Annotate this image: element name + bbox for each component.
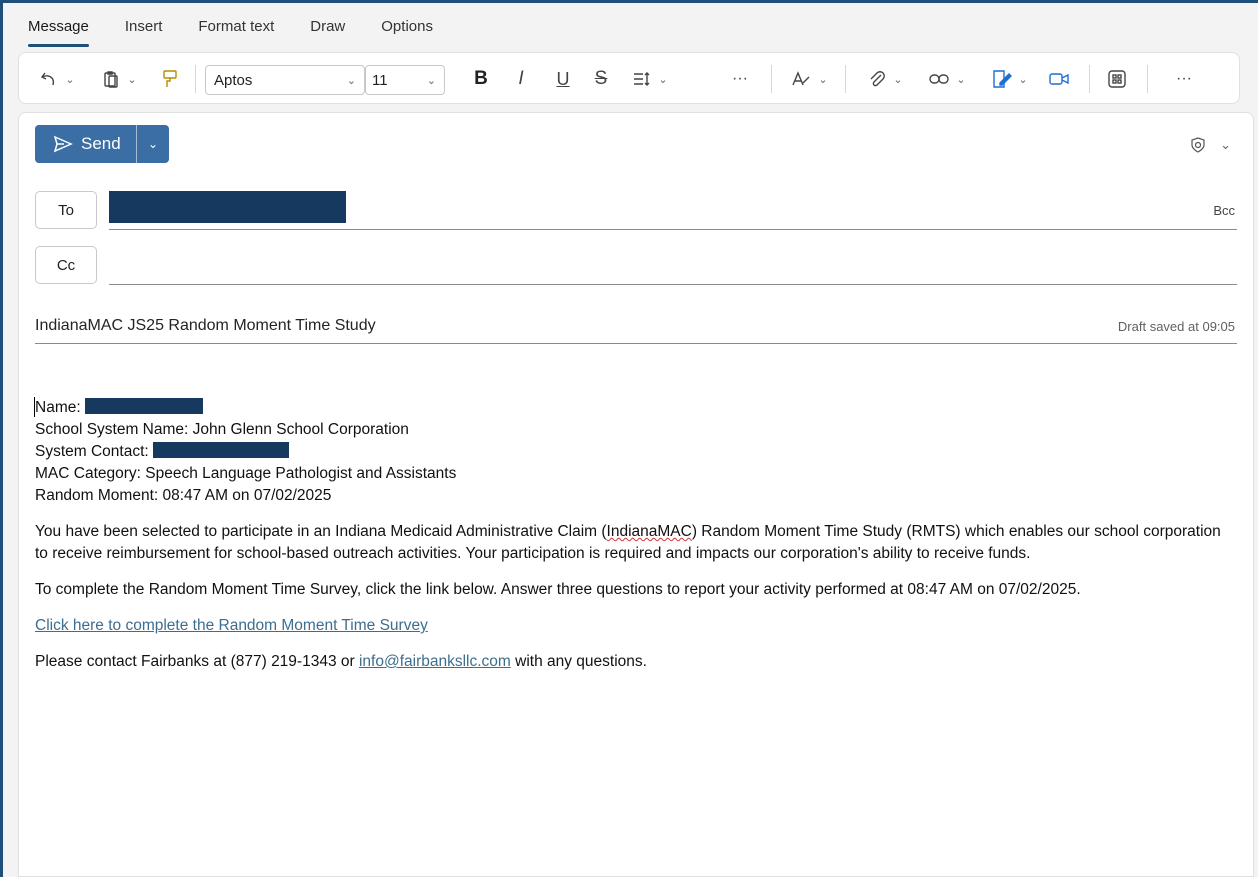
spellcheck-flagged-word[interactable]: IndianaMAC [607, 523, 692, 540]
school-system-line: School System Name: John Glenn School Co… [35, 421, 409, 438]
format-painter-icon [163, 70, 177, 87]
tab-draw[interactable]: Draw [310, 8, 345, 35]
chevron-down-icon: ⌄ [127, 73, 137, 86]
send-label: Send [81, 134, 121, 153]
paste-icon [104, 71, 119, 88]
italic-button[interactable]: I [505, 53, 537, 105]
chevron-down-icon: ⌄ [956, 73, 966, 86]
contact-paragraph: Please contact Fairbanks at (877) 219-13… [35, 651, 1235, 673]
send-icon [53, 135, 73, 153]
chevron-down-icon: ⌄ [426, 74, 436, 87]
chevron-down-icon: ⌄ [1220, 137, 1231, 152]
cc-field-underline[interactable] [109, 284, 1237, 285]
paragraph-icon [634, 72, 650, 86]
chevron-down-icon: ⌄ [1018, 73, 1028, 86]
ribbon-separator [1089, 65, 1090, 93]
cc-button[interactable]: Cc [35, 246, 97, 284]
name-label: Name: [35, 399, 85, 416]
chevron-down-icon: ⌄ [658, 73, 668, 86]
more-format-button[interactable]: ··· [723, 53, 757, 105]
undo-button[interactable]: ⌄ [29, 53, 85, 105]
name-redacted [84, 398, 203, 414]
paragraph-options-button[interactable]: ⌄ [625, 53, 675, 105]
chevron-down-icon: ⌄ [346, 74, 356, 87]
sensitivity-control[interactable]: ⌄ [1190, 137, 1231, 153]
intro-text-a: You have been selected to participate in… [35, 523, 607, 540]
underline-button[interactable]: U [547, 53, 579, 105]
meeting-icon [1049, 73, 1069, 85]
ribbon-separator [1147, 65, 1148, 93]
subject-field[interactable]: IndianaMAC JS25 Random Moment Time Study [35, 317, 376, 335]
tab-options[interactable]: Options [381, 8, 433, 35]
chevron-down-icon: ⌄ [818, 73, 828, 86]
undo-icon [41, 72, 55, 86]
link-icon [929, 74, 950, 84]
random-moment-line: Random Moment: 08:47 AM on 07/02/2025 [35, 487, 332, 504]
signature-icon [993, 70, 1013, 88]
meeting-button[interactable] [1043, 53, 1075, 105]
system-contact-redacted [153, 442, 290, 458]
font-name-value: Aptos [214, 71, 253, 89]
mac-category-line: MAC Category: Speech Language Pathologis… [35, 465, 457, 482]
font-size-value: 11 [372, 71, 388, 89]
to-recipient-redacted [109, 191, 346, 223]
signature-button[interactable]: ⌄ [981, 53, 1037, 105]
paste-button[interactable]: ⌄ [91, 53, 147, 105]
to-field-underline[interactable] [109, 229, 1237, 230]
ribbon-separator [845, 65, 846, 93]
attach-button[interactable]: ⌄ [857, 53, 913, 105]
bcc-button[interactable]: Bcc [1213, 203, 1235, 218]
font-name-select[interactable]: Aptos ⌄ [205, 65, 365, 95]
contact-text-b: with any questions. [510, 653, 647, 670]
format-painter-button[interactable] [155, 53, 185, 105]
ribbon-separator [771, 65, 772, 93]
attach-icon [870, 71, 886, 87]
tab-message[interactable]: Message [28, 8, 89, 47]
font-size-select[interactable]: 11 ⌄ [365, 65, 445, 95]
message-body[interactable]: Name: School System Name: John Glenn Sch… [35, 397, 1235, 673]
contact-text-a: Please contact Fairbanks at (877) 219-13… [35, 653, 359, 670]
instructions-paragraph: To complete the Random Moment Time Surve… [35, 581, 1081, 598]
send-button-group: Send ⌄ [35, 125, 169, 163]
link-button[interactable]: ⌄ [919, 53, 975, 105]
intro-paragraph: You have been selected to participate in… [35, 521, 1235, 565]
apps-icon [1108, 70, 1126, 88]
editor-button[interactable]: ⌄ [781, 53, 837, 105]
tab-insert[interactable]: Insert [125, 8, 163, 35]
system-contact-label: System Contact: [35, 443, 154, 460]
survey-link-line: Click here to complete the Random Moment… [35, 615, 1235, 637]
chevron-down-icon: ⌄ [893, 73, 903, 86]
send-button[interactable]: Send [35, 125, 137, 163]
apps-button[interactable] [1101, 53, 1133, 105]
bold-button[interactable]: B [465, 53, 497, 105]
more-options-button[interactable]: ··· [1167, 53, 1201, 105]
system-contact-line: System Contact: [35, 441, 1235, 463]
ribbon-separator [195, 65, 196, 93]
draft-saved-status: Draft saved at 09:05 [1117, 319, 1235, 334]
subject-underline [35, 343, 1237, 344]
name-line: Name: [35, 397, 1235, 419]
to-button[interactable]: To [35, 191, 97, 229]
ribbon-toolbar: ⌄ ⌄ Aptos ⌄ 11 ⌄ B I U S ⌄ ··· ⌄ ⌄ ⌄ ⌄ ·… [18, 52, 1240, 104]
contact-email-link[interactable]: info@fairbanksllc.com [359, 653, 511, 670]
ribbon-tabs: Message Insert Format text Draw Options [28, 8, 469, 48]
strikethrough-button[interactable]: S [585, 53, 617, 105]
sensitivity-shield-icon [1191, 137, 1205, 153]
send-options-dropdown[interactable]: ⌄ [137, 137, 169, 151]
survey-link[interactable]: Click here to complete the Random Moment… [35, 617, 428, 634]
compose-pane: Send ⌄ ⌄ To Bcc Cc IndianaMAC JS25 Rando… [18, 112, 1254, 877]
tab-format-text[interactable]: Format text [198, 8, 274, 35]
chevron-down-icon: ⌄ [65, 73, 75, 86]
editor-icon [792, 71, 810, 86]
